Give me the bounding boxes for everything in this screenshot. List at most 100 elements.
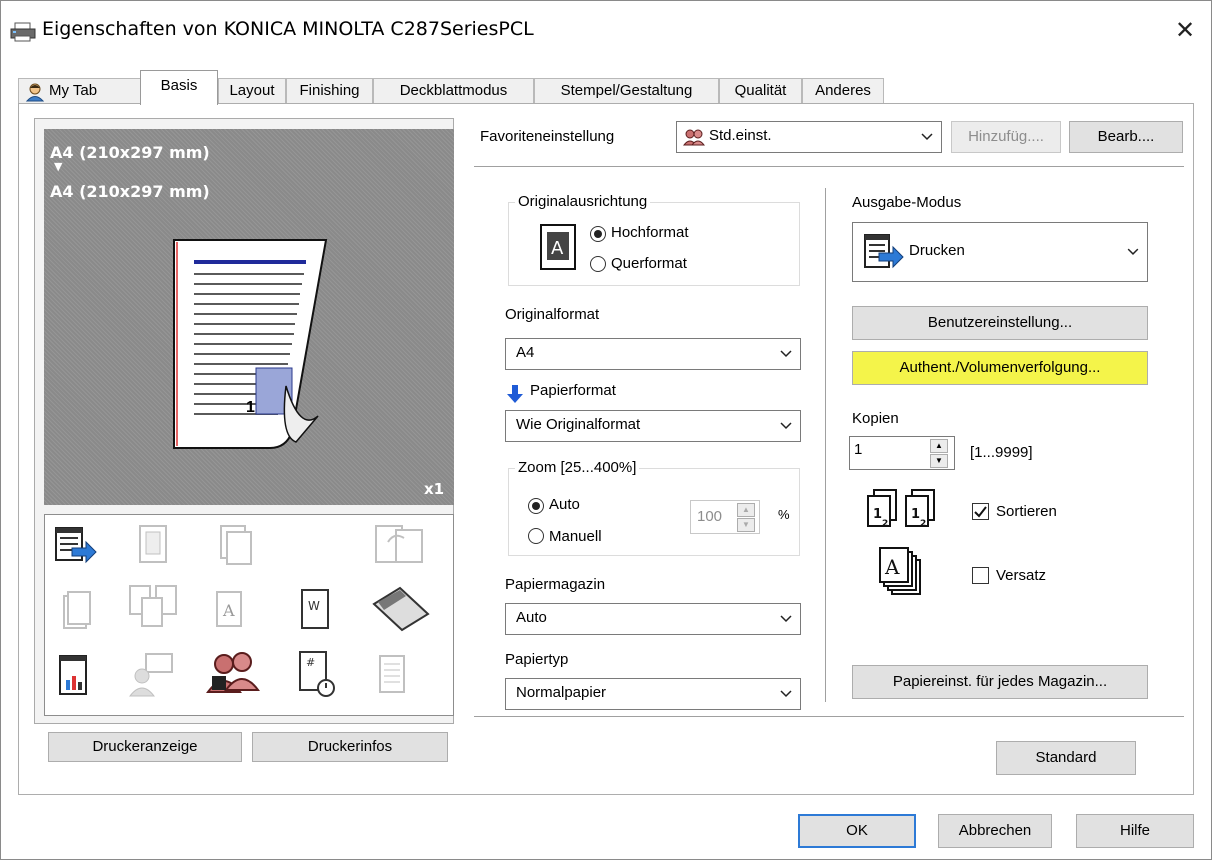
printer-info-button[interactable]: Druckerinfos — [252, 732, 448, 762]
paper-tray-select[interactable]: Auto — [505, 603, 801, 635]
tab-qualitaet[interactable]: Qualität — [719, 78, 802, 104]
tab-layout[interactable]: Layout — [218, 78, 286, 104]
output-mode-value: Drucken — [909, 242, 965, 259]
checkmark-icon — [974, 506, 987, 518]
multi-page-icon[interactable] — [128, 584, 182, 630]
tab-basis-label: Basis — [160, 77, 198, 94]
paper-tray-label: Papiermagazin — [505, 576, 606, 593]
orientation-glyph: A — [551, 238, 564, 259]
output-mode-select[interactable]: Drucken — [852, 222, 1148, 282]
offset-stack-icon: A — [879, 547, 921, 595]
add-favorite-button[interactable]: Hinzufüg.... — [951, 121, 1061, 153]
print-icon — [864, 234, 904, 269]
authentication-button[interactable]: Authent./Volumenverfolgung... — [852, 351, 1148, 385]
zoom-down-icon[interactable]: ▼ — [737, 518, 755, 532]
paper-type-value: Normalpapier — [516, 684, 607, 701]
zoom-title: Zoom [25...400%] — [515, 459, 640, 476]
tab-my-tab[interactable]: My Tab — [18, 78, 141, 104]
collate-page-1-right: 1 — [911, 507, 920, 522]
print-mode-icon[interactable] — [52, 524, 98, 570]
favorites-icon — [683, 129, 705, 146]
output-mode-label: Ausgabe-Modus — [852, 194, 962, 211]
chevron-down-icon — [780, 615, 792, 623]
favorites-label: Favoriteneinstellung — [480, 128, 615, 145]
authentication-icon[interactable] — [206, 648, 262, 698]
paper-tray-value: Auto — [516, 609, 547, 626]
svg-text:#: # — [306, 656, 315, 669]
paper-format-select[interactable]: Wie Originalformat — [505, 410, 801, 442]
paper-size-text: A4 (210x297 mm) — [50, 182, 210, 201]
zoom-up-icon[interactable]: ▲ — [737, 503, 755, 517]
close-button[interactable]: ✕ — [1168, 14, 1202, 48]
copies-value: 1 — [854, 441, 863, 458]
edit-favorite-button[interactable]: Bearb.... — [1069, 121, 1183, 153]
collate-page-2-right: 2 — [920, 519, 926, 529]
quality-icon[interactable] — [58, 654, 90, 698]
collate-page-1-left: 1 — [873, 507, 882, 522]
tab-my-tab-label: My Tab — [49, 82, 98, 99]
overlay-icon[interactable] — [378, 654, 408, 696]
sort-checkbox[interactable] — [972, 503, 989, 520]
zoom-auto-label: Auto — [549, 496, 580, 513]
separator-bottom — [474, 716, 1184, 717]
timestamp-icon[interactable]: # — [298, 650, 338, 698]
document-preview-icon — [173, 239, 328, 449]
collate-icon: 1 1 2 2 — [867, 489, 935, 529]
n-up-icon[interactable] — [138, 524, 170, 566]
column-separator — [825, 188, 826, 702]
svg-text:A: A — [222, 601, 235, 620]
user-icon — [25, 83, 45, 102]
offset-label: Versatz — [996, 567, 1047, 584]
sort-label: Sortieren — [996, 503, 1057, 520]
help-button[interactable]: Hilfe — [1076, 814, 1194, 848]
favorites-select[interactable]: Std.einst. — [676, 121, 942, 153]
copies-range: [1...9999] — [970, 444, 1033, 461]
window-title: Eigenschaften von KONICA MINOLTA C287Ser… — [42, 18, 534, 40]
landscape-radio[interactable] — [590, 256, 606, 272]
paper-type-select[interactable]: Normalpapier — [505, 678, 801, 710]
tab-stempel-gestaltung[interactable]: Stempel/Gestaltung — [534, 78, 719, 104]
rotate-icon[interactable] — [374, 524, 424, 566]
tab-finishing[interactable]: Finishing — [286, 78, 373, 104]
watermark-icon[interactable]: W — [300, 588, 332, 632]
printer-icon — [10, 22, 36, 42]
collate-page-2-left: 2 — [882, 519, 888, 529]
copies-badge: x1 — [424, 480, 445, 498]
booklet-icon[interactable] — [370, 584, 432, 634]
copies-spinbox[interactable]: 1 ▲ ▼ — [849, 436, 955, 470]
tab-deckblattmodus[interactable]: Deckblattmodus — [373, 78, 534, 104]
tab-anderes[interactable]: Anderes — [802, 78, 884, 104]
pages-stack-icon[interactable] — [62, 590, 92, 632]
font-icon[interactable]: A — [215, 590, 251, 632]
ok-button[interactable]: OK — [798, 814, 916, 848]
cancel-button[interactable]: Abbrechen — [938, 814, 1052, 848]
copies-up-icon[interactable]: ▲ — [930, 439, 948, 453]
printer-view-button[interactable]: Druckeranzeige — [48, 732, 242, 762]
zoom-spinbox[interactable]: 100 ▲ ▼ — [690, 500, 760, 534]
duplex-icon[interactable] — [215, 524, 255, 566]
chevron-down-icon — [780, 422, 792, 430]
preview-page-number: 1 — [246, 399, 255, 416]
zoom-manual-radio[interactable] — [528, 528, 544, 544]
tab-deckblattmodus-label: Deckblattmodus — [399, 82, 508, 99]
zoom-manual-label: Manuell — [549, 528, 602, 545]
copies-label: Kopien — [852, 410, 899, 427]
original-format-value: A4 — [516, 344, 535, 361]
paper-settings-button[interactable]: Papiereinst. für jedes Magazin... — [852, 665, 1148, 699]
zoom-auto-radio[interactable] — [528, 498, 544, 514]
copies-down-icon[interactable]: ▼ — [930, 454, 948, 468]
tab-basis[interactable]: Basis — [140, 70, 218, 105]
chevron-down-icon — [1127, 248, 1139, 255]
user-settings-button[interactable]: Benutzereinstellung... — [852, 306, 1148, 340]
chevron-down-icon — [780, 690, 792, 698]
chevron-down-icon — [780, 350, 792, 358]
offset-checkbox[interactable] — [972, 567, 989, 584]
paper-type-label: Papiertyp — [505, 651, 569, 668]
landscape-label: Querformat — [611, 255, 687, 272]
standard-button[interactable]: Standard — [996, 741, 1136, 775]
portrait-radio[interactable] — [590, 226, 606, 242]
arrow-down-icon — [507, 385, 523, 403]
original-format-select[interactable]: A4 — [505, 338, 801, 370]
portrait-page-icon: A — [540, 224, 576, 270]
user-settings-icon[interactable] — [128, 650, 178, 698]
